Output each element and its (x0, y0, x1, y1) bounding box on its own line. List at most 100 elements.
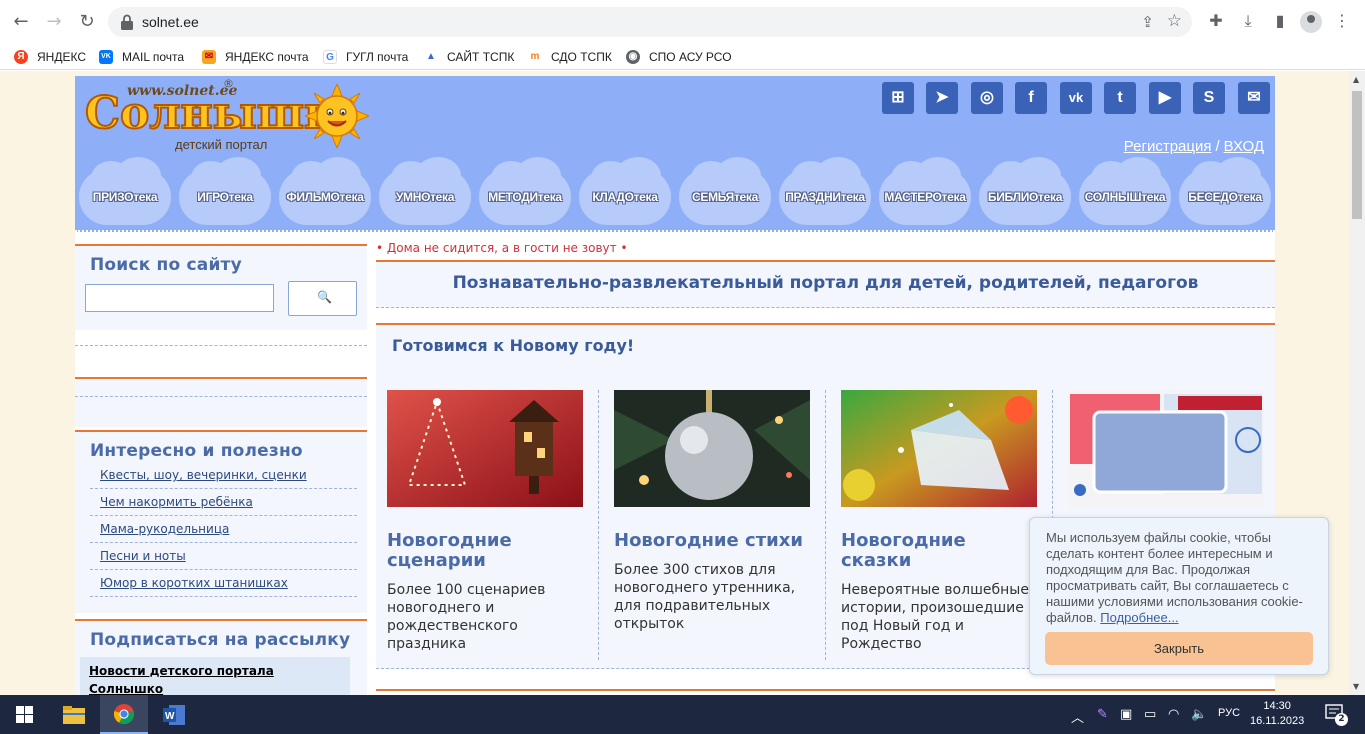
bookmark-spo-asu[interactable]: ◉ СПО АСУ РСО (626, 49, 732, 65)
portal-heading-band: Познавательно-развлекательный портал для… (376, 260, 1275, 308)
menu-item-solnyshteka[interactable]: СОЛНЫШтека (1079, 157, 1171, 225)
word-icon[interactable]: W (150, 695, 198, 734)
svg-text:W: W (165, 711, 175, 722)
telegram-icon[interactable]: ➤ (926, 82, 958, 114)
menu-item-prizoteka[interactable]: ПРИЗОтека (79, 157, 171, 225)
notifications-icon[interactable]: 2 (1325, 704, 1348, 726)
bookmark-mail[interactable]: VK MAIL почта (99, 49, 184, 65)
security-icon[interactable]: ▣ (1120, 707, 1132, 722)
windows-taskbar: W ︿ ✎ ▣ ▭ ◠ 🔈 РУС 14:30 16.11.2023 2 (0, 695, 1365, 734)
menu-item-semyateka[interactable]: СЕМЬЯтека (679, 157, 771, 225)
interesting-block: Интересно и полезно Квесты, шоу, вечерин… (75, 430, 367, 613)
card-poems[interactable]: Новогодние стихи Более 300 стихов для но… (614, 390, 810, 658)
globe-icon: ◉ (626, 50, 640, 64)
sidebar-link-crafts[interactable]: Мама-рукодельница (90, 516, 357, 543)
side-panel-icon[interactable]: ▮ (1270, 11, 1290, 31)
menu-item-filmoteka[interactable]: ФИЛЬМОтека (279, 157, 371, 225)
scrollbar-thumb[interactable] (1352, 91, 1362, 219)
tray-expand-icon[interactable]: ︿ (1071, 707, 1084, 726)
cookie-more-link[interactable]: Подробнее... (1100, 610, 1178, 625)
back-arrow-icon[interactable]: ← (9, 10, 33, 34)
scroll-up-arrow-icon[interactable]: ▲ (1353, 75, 1359, 84)
profile-avatar[interactable] (1300, 11, 1322, 33)
card-divider (598, 390, 599, 660)
menu-kebab-icon[interactable]: ⋮ (1332, 11, 1352, 31)
menu-item-besedoteka[interactable]: БЕСЕДОтека (1179, 157, 1271, 225)
chrome-icon[interactable] (100, 695, 148, 734)
forward-arrow-icon[interactable]: → (42, 10, 66, 34)
clock-date: 16.11.2023 (1250, 715, 1305, 727)
scroll-down-arrow-icon[interactable]: ▼ (1353, 682, 1359, 691)
card-tales[interactable]: Новогодние сказки Невероятные волшебные … (841, 390, 1037, 658)
battery-icon[interactable]: ▭ (1144, 707, 1156, 722)
sidebar-link-humor[interactable]: Юмор в коротких штанишках (90, 570, 357, 597)
login-link[interactable]: ВХОД (1224, 138, 1264, 155)
subscribe-title: Подписаться на рассылку (90, 630, 351, 650)
register-link[interactable]: Регистрация (1124, 138, 1212, 155)
lock-icon (121, 14, 133, 30)
notification-count: 2 (1335, 713, 1348, 726)
christmas-ornament-image (614, 390, 810, 507)
site-header: www.solnet.ee ® Солнышк детский портал ⊞… (75, 76, 1275, 232)
menu-item-igroteka[interactable]: ИГРОтека (179, 157, 271, 225)
youtube-icon[interactable]: ▶ (1149, 82, 1181, 114)
cookie-close-button[interactable]: Закрыть (1045, 632, 1313, 665)
menu-item-metoditeka[interactable]: МЕТОДИтека (479, 157, 571, 225)
newsletter-option: Новости детского портала Солнышко (80, 657, 350, 695)
skype-icon[interactable]: S (1193, 82, 1225, 114)
share-icon[interactable]: ⇪ (1141, 13, 1154, 31)
facebook-icon[interactable]: f (1015, 82, 1047, 114)
search-icon: 🔍 (317, 290, 332, 304)
card-text: Более 300 стихов для новогоднего утренни… (614, 562, 796, 632)
volume-icon[interactable]: 🔈 (1191, 707, 1207, 722)
logo-text: Солнышк (84, 87, 337, 140)
auth-links: Регистрация / ВХОД (1124, 138, 1264, 155)
vk-icon[interactable]: vk (1060, 82, 1092, 114)
bookmark-star-icon[interactable]: ☆ (1167, 11, 1182, 31)
card-divider (825, 390, 826, 660)
language-indicator[interactable]: РУС (1218, 707, 1240, 719)
instagram-icon[interactable]: ◎ (971, 82, 1003, 114)
portal-heading: Познавательно-развлекательный портал для… (452, 273, 1199, 293)
slogan-text: • Дома не сидится, а в гости не зовут • (376, 241, 628, 255)
bookmark-gmail[interactable]: G ГУГЛ почта (323, 49, 408, 65)
download-icon[interactable]: ⤓ (1238, 11, 1258, 31)
menu-item-kladoteka[interactable]: КЛАДОтека (579, 157, 671, 225)
newsletter-link[interactable]: Новости детского портала Солнышко (89, 662, 350, 695)
moodle-icon: m (528, 50, 542, 64)
bookmark-sdo-tspk[interactable]: m СДО ТСПК (528, 49, 612, 65)
windows-start-icon[interactable] (0, 695, 48, 734)
wifi-icon[interactable]: ◠ (1168, 707, 1179, 722)
sidebar-link-songs[interactable]: Песни и ноты (90, 543, 357, 570)
card-scenarios[interactable]: Новогодние сценарии Более 100 сценариев … (387, 390, 583, 658)
google-icon: G (323, 50, 337, 64)
reload-icon[interactable]: ↻ (75, 10, 99, 34)
address-bar[interactable]: solnet.ee ⇪ ☆ (108, 7, 1192, 37)
twitter-icon[interactable]: t (1104, 82, 1136, 114)
search-button[interactable]: 🔍 (288, 281, 357, 316)
interesting-links: Квесты, шоу, вечеринки, сценки Чем накор… (90, 462, 357, 597)
bookmark-site-tspk[interactable]: ▲ САЙТ ТСПК (424, 49, 514, 65)
envelope-icon: ✉ (202, 50, 216, 64)
sun-mascot-icon (305, 84, 369, 148)
sidebar-link-quests[interactable]: Квесты, шоу, вечеринки, сценки (90, 462, 357, 489)
extensions-icon[interactable]: ✚ (1206, 11, 1226, 31)
christmas-tree-house-image (387, 390, 583, 507)
bookmark-yandex-mail[interactable]: ✉ ЯНДЕКС почта (202, 49, 309, 65)
search-input[interactable] (85, 284, 274, 312)
page-viewport: www.solnet.ee ® Солнышк детский портал ⊞… (0, 71, 1349, 695)
page-scrollbar[interactable]: ▲ ▼ (1349, 71, 1365, 695)
site-icon: ▲ (424, 50, 438, 64)
menu-item-umnoteka[interactable]: УМНОтека (379, 157, 471, 225)
divider (75, 345, 367, 346)
file-explorer-icon[interactable] (50, 695, 98, 734)
menu-item-masteroteka[interactable]: МАСТЕРОтека (879, 157, 971, 225)
menu-item-biblioteka[interactable]: БИБЛИОтека (979, 157, 1071, 225)
menu-item-prazdniteka[interactable]: ПРАЗДНИтека (779, 157, 871, 225)
sitemap-icon[interactable]: ⊞ (882, 82, 914, 114)
system-clock[interactable]: 14:30 16.11.2023 (1250, 699, 1304, 729)
pen-icon[interactable]: ✎ (1097, 707, 1108, 722)
sidebar-link-food[interactable]: Чем накормить ребёнка (90, 489, 357, 516)
mail-icon[interactable]: ✉ (1238, 82, 1270, 114)
bookmark-yandex[interactable]: Я ЯНДЕКС (14, 49, 86, 65)
